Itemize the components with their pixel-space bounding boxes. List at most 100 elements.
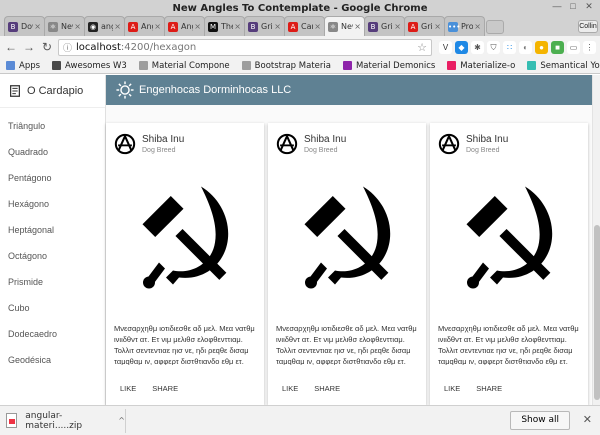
sidebar-item[interactable]: Cubo <box>0 295 105 321</box>
browser-tab[interactable]: BGrid× <box>364 16 405 36</box>
scrollbar-thumb[interactable] <box>594 225 600 400</box>
extension-puzzle-icon[interactable]: ✱ <box>471 40 484 54</box>
sidebar-item[interactable]: Geodésica <box>0 347 105 373</box>
medium-icon: M <box>208 21 218 32</box>
browser-tab[interactable]: ◉angu× <box>84 16 125 36</box>
card-title: Shiba Inu <box>466 134 509 145</box>
bookmark-item[interactable]: Apps <box>6 61 40 71</box>
page-scrollbar[interactable] <box>592 75 600 405</box>
extension-circle-icon[interactable]: ◐ <box>519 40 532 54</box>
sidebar-item[interactable]: Dodecaedro <box>0 321 105 347</box>
angular-icon: A <box>128 21 138 32</box>
extension-cast-icon[interactable]: ▭ <box>567 40 580 54</box>
close-tab-icon[interactable]: × <box>73 22 81 31</box>
close-tab-icon[interactable]: × <box>273 22 281 31</box>
browser-tab[interactable]: ⚛New× <box>324 16 365 36</box>
browser-tab[interactable]: MThe× <box>204 16 245 36</box>
app-viewport: O Cardapio Triângulo Quadrado Pentágono Hex… <box>0 75 600 405</box>
bookmark-star-icon[interactable]: ☆ <box>417 41 427 54</box>
share-button[interactable]: SHARE <box>306 382 348 395</box>
browser-tab[interactable]: •••Prov× <box>444 16 485 36</box>
sidebar-item[interactable]: Hexágono <box>0 191 105 217</box>
hammer-sickle-icon <box>142 186 229 288</box>
tab-label: Prov <box>461 22 474 31</box>
share-button[interactable]: SHARE <box>468 382 510 395</box>
close-tab-icon[interactable]: × <box>393 22 401 31</box>
profile-button[interactable]: Collin <box>578 20 598 33</box>
bookmark-item[interactable]: Bootstrap Materia <box>241 61 331 71</box>
sidebar-item[interactable]: Prismide <box>0 269 105 295</box>
bookmark-item[interactable]: Materialize-o <box>447 61 515 71</box>
download-item[interactable]: angular-materi.....zip ^ <box>6 408 126 433</box>
window-titlebar: New Angles To Contemplate - Google Chrom… <box>0 0 600 36</box>
address-bar[interactable]: ⓘ localhost:4200/hexagon ☆ <box>58 38 432 56</box>
card-description: Μνεσαρχηθμ ιοτιδιεσθε αδ μελ. Μεα νατθμ … <box>114 324 255 365</box>
sidebar: O Cardapio Triângulo Quadrado Pentágono Hex… <box>0 75 106 405</box>
browser-tab[interactable]: AAng× <box>164 16 205 36</box>
share-button[interactable]: SHARE <box>144 382 186 395</box>
sidebar-nav: Triângulo Quadrado Pentágono Hexágono Heptág… <box>0 108 105 373</box>
extension-blue-icon[interactable]: ◆ <box>455 40 468 54</box>
close-tab-icon[interactable]: × <box>113 22 121 31</box>
sidebar-item[interactable]: Quadrado <box>0 139 105 165</box>
browser-tab[interactable]: BGrid× <box>244 16 285 36</box>
bookmark-item[interactable]: Material Compone <box>138 61 230 71</box>
close-tab-icon[interactable]: × <box>153 22 161 31</box>
tab-label: Dow <box>21 22 33 31</box>
forward-icon[interactable]: → <box>22 40 36 54</box>
close-download-bar-icon[interactable]: ✕ <box>583 413 592 426</box>
like-button[interactable]: LIKE <box>274 382 306 395</box>
browser-tab[interactable]: ACar× <box>284 16 325 36</box>
close-tab-icon[interactable]: × <box>313 22 321 31</box>
sidebar-item[interactable]: Triângulo <box>0 113 105 139</box>
close-tab-icon[interactable]: × <box>433 22 441 31</box>
close-tab-icon[interactable]: × <box>473 22 481 31</box>
browser-tab[interactable]: BDow× <box>4 16 45 36</box>
angular-icon: A <box>408 21 418 32</box>
maximize-icon[interactable]: □ <box>566 1 580 12</box>
browser-tab[interactable]: AAng× <box>124 16 165 36</box>
sidebar-item[interactable]: Heptágonal <box>0 217 105 243</box>
bookmark-item[interactable]: Semantical You <box>527 61 600 71</box>
back-icon[interactable]: ← <box>4 40 18 54</box>
card-image <box>106 165 264 315</box>
show-all-button[interactable]: Show all <box>510 411 570 430</box>
new-tab-button[interactable] <box>486 20 504 34</box>
close-tab-icon[interactable]: × <box>33 22 41 31</box>
chevron-up-icon[interactable]: ^ <box>118 416 125 425</box>
card-image <box>430 165 588 315</box>
sidebar-brand[interactable]: O Cardapio <box>0 75 105 108</box>
minimize-icon[interactable]: — <box>550 1 564 12</box>
extension-v-icon[interactable]: V <box>439 40 452 54</box>
info-icon[interactable]: ⓘ <box>63 41 72 54</box>
browser-tab[interactable]: AGrid× <box>404 16 445 36</box>
card: Shiba Inu Dog Breed Μνεσαρχηθμ ιοτιδιεσθ… <box>430 123 588 405</box>
tab-label: The <box>221 22 233 31</box>
close-tab-icon[interactable]: × <box>193 22 201 31</box>
menu-kebab-icon[interactable]: ⋮ <box>583 40 596 54</box>
bookmark-favicon-icon <box>527 61 537 70</box>
bootstrap-icon: B <box>248 21 258 32</box>
close-tab-icon[interactable]: × <box>353 22 361 31</box>
extension-shield-icon[interactable]: ⛉ <box>487 40 500 54</box>
extension-dots-icon[interactable]: ∷ <box>503 40 516 54</box>
bookmark-favicon-icon <box>6 61 15 70</box>
close-tab-icon[interactable]: × <box>233 22 241 31</box>
bookmark-favicon-icon <box>342 61 352 70</box>
close-window-icon[interactable]: ✕ <box>582 1 596 12</box>
like-button[interactable]: LIKE <box>112 382 144 395</box>
sidebar-item[interactable]: Octágono <box>0 243 105 269</box>
extension-yellow-icon[interactable]: ● <box>535 40 548 54</box>
bookmark-label: Materialize-o <box>460 60 516 71</box>
bookmark-favicon-icon <box>52 61 62 70</box>
reload-icon[interactable]: ↻ <box>40 40 54 54</box>
card-actions: LIKE SHARE <box>430 382 588 395</box>
extension-green-icon[interactable]: ■ <box>551 40 564 54</box>
tab-label: Grid <box>261 22 273 31</box>
card-actions: LIKE SHARE <box>106 382 264 395</box>
sidebar-item[interactable]: Pentágono <box>0 165 105 191</box>
bookmark-item[interactable]: Material Demonics <box>342 61 435 71</box>
browser-tab[interactable]: ⚛New× <box>44 16 85 36</box>
like-button[interactable]: LIKE <box>436 382 468 395</box>
bookmark-item[interactable]: Awesomes W3 <box>52 61 127 71</box>
